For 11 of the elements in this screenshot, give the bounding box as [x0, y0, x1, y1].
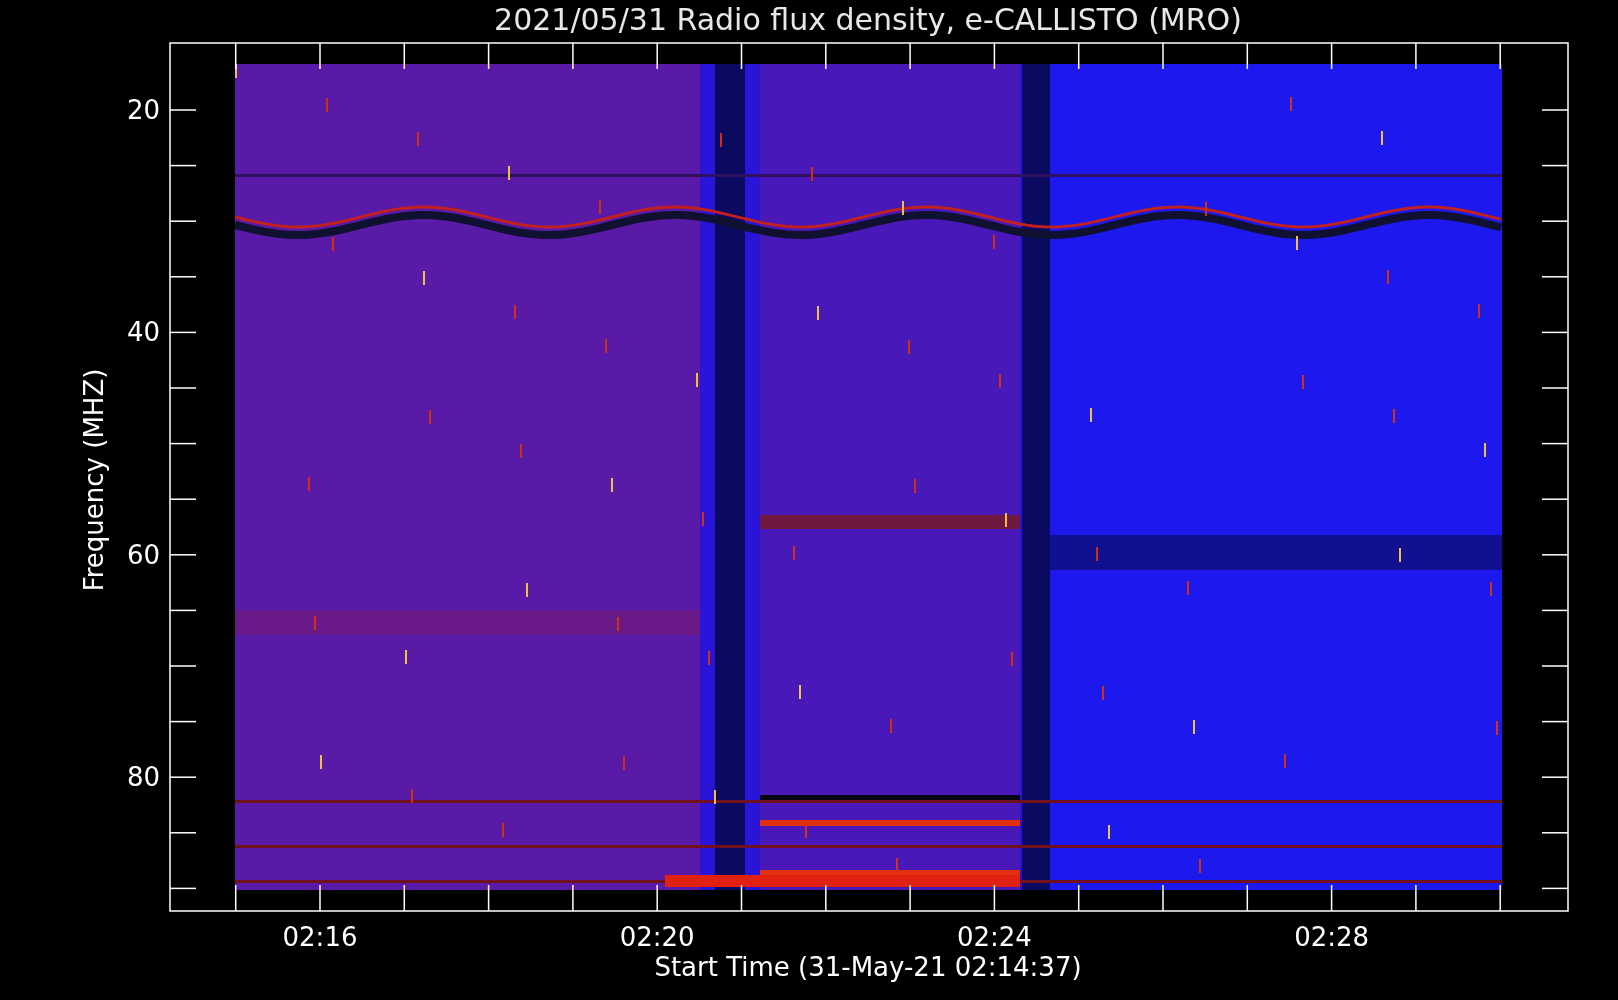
x-tick-label: 02:16: [282, 922, 358, 952]
y-axis-label: Frequency (MHZ): [79, 368, 109, 592]
y-tick-label: 60: [126, 539, 160, 570]
y-tick-label: 20: [126, 95, 160, 125]
x-tick-label: 02:20: [619, 922, 695, 952]
x-tick-label: 02:28: [1294, 922, 1370, 952]
x-tick-label: 02:24: [956, 922, 1032, 952]
y-tick-label: 80: [126, 762, 160, 793]
y-tick-label: 40: [126, 317, 160, 348]
x-axis-label: Start Time (31-May-21 02:14:37): [654, 952, 1082, 982]
plot-title: 2021/05/31 Radio flux density, e-CALLISTO (MRO): [494, 2, 1242, 37]
